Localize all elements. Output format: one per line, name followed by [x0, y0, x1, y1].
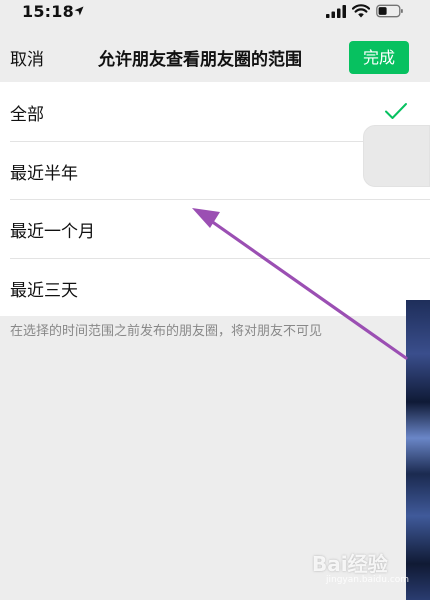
location-arrow-icon [74, 6, 84, 16]
visibility-range-list: 全部 最近半年 最近一个月 最近三天 [0, 82, 430, 316]
page-title: 允许朋友查看朋友圈的范围 [98, 50, 302, 70]
option-label: 全部 [10, 105, 44, 125]
done-button[interactable]: 完成 [349, 41, 409, 74]
status-time: 15:18 [22, 2, 74, 21]
floating-assistive-button[interactable] [363, 125, 430, 187]
option-label: 最近一个月 [10, 222, 95, 242]
option-label: 最近三天 [10, 280, 78, 301]
battery-icon [376, 4, 403, 18]
hint-text: 在选择的时间范围之前发布的朋友圈，将对朋友不可见 [10, 324, 323, 339]
signal-icon [326, 5, 346, 18]
option-last-month[interactable]: 最近一个月 [0, 199, 430, 258]
watermark-url: jingyan.baidu.com [326, 575, 410, 585]
cancel-button[interactable]: 取消 [10, 45, 44, 70]
status-bar: 15:18 [0, 0, 430, 26]
option-label: 最近半年 [10, 163, 78, 184]
nav-bar: 取消 允许朋友查看朋友圈的范围 完成 [0, 26, 430, 82]
wallpaper-strip [406, 300, 430, 600]
wifi-icon [352, 4, 370, 18]
option-last-three-days[interactable]: 最近三天 [0, 257, 430, 316]
check-icon [385, 103, 407, 119]
watermark-logo: Bai经验 [312, 552, 388, 576]
